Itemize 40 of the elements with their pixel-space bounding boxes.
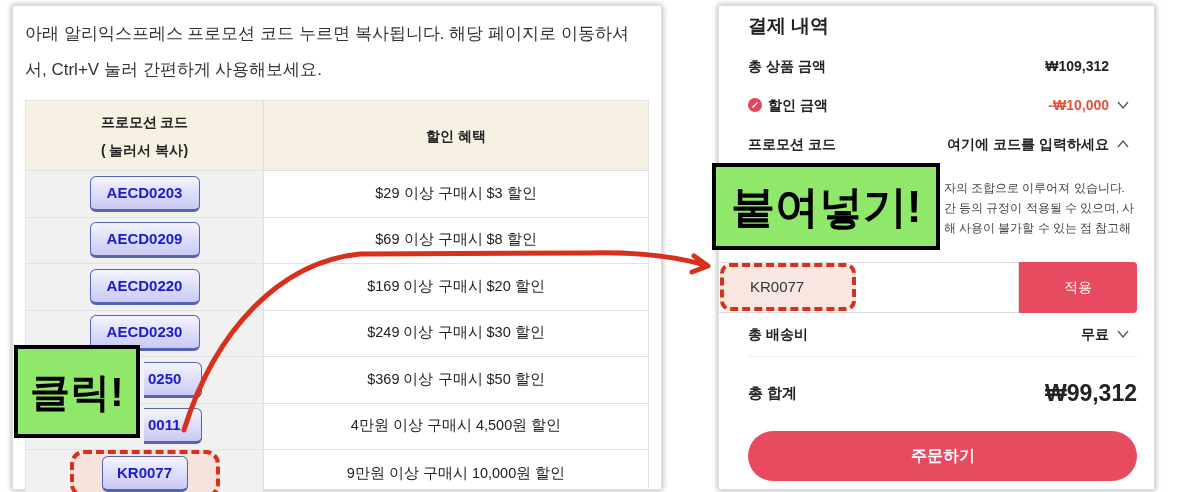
chevron-down-icon[interactable] [1117, 330, 1129, 338]
annotation-label: 붙여넣기! [712, 163, 940, 250]
benefit-text: 9만원 이상 구매시 10,000원 할인 [346, 465, 566, 482]
row-label: 할인 금액 [768, 95, 828, 115]
promo-code-button[interactable]: AECD0230 [89, 315, 200, 352]
benefit-text: $29 이상 구매시 $3 할인 [375, 184, 537, 201]
row-label: 총 배송비 [748, 324, 808, 344]
column-header: 할인 혜택 [425, 126, 487, 146]
chevron-up-icon[interactable] [1117, 140, 1129, 148]
amount-value: ₩109,312 [1045, 56, 1109, 76]
total-value: ₩99,312 [1044, 379, 1137, 409]
promo-code-toggle[interactable]: 여기에 코드를 입력하세요 [947, 133, 1109, 155]
benefit-text: $249 이상 구매시 $30 할인 [367, 324, 545, 341]
chevron-down-icon[interactable] [1117, 101, 1129, 109]
amount-value: -₩10,000 [1048, 95, 1109, 115]
annotation-label: 클릭! [14, 345, 140, 438]
notice-text: 자의 조합으로 이루어져 있습니다. [944, 180, 1126, 196]
benefit-text: $69 이상 구매시 $8 할인 [375, 231, 537, 248]
notice-text: 간 등의 규정이 적용될 수 있으며, 사 [944, 200, 1136, 216]
section-title: 결제 내역 [748, 14, 831, 38]
code-input-field[interactable]: KR0077 [720, 263, 856, 311]
benefit-text: $169 이상 구매시 $20 할인 [367, 277, 545, 294]
promo-code-button[interactable]: 0250 [144, 361, 202, 398]
column-header: 프로모션 코드 ( 눌러서 복사) [99, 112, 190, 160]
promo-code-button[interactable]: 0011 [144, 408, 202, 445]
notice-text: 해 사용이 불가할 수 있는 점 참고해 [944, 220, 1133, 236]
promo-code-button[interactable]: AECD0220 [89, 268, 200, 305]
promo-code-button[interactable]: AECD0203 [89, 175, 200, 212]
benefit-text: 4만원 이상 구매시 4,500원 할인 [350, 417, 562, 434]
row-label: 프로모션 코드 [748, 134, 836, 154]
promo-code-button[interactable]: KR0077 [101, 456, 188, 492]
order-button[interactable]: 주문하기 [748, 430, 1137, 481]
discount-icon [748, 98, 762, 112]
intro-paragraph: 아래 알리익스프레스 프로모션 코드 누르면 복사됩니다. 해당 페이지로 이동하셔서, Ctrl+V 눌러 간편하게 사용해보세요. [25, 23, 630, 81]
benefit-text: $369 이상 구매시 $50 할인 [367, 370, 545, 387]
apply-button[interactable]: 적용 [1019, 261, 1137, 313]
amount-value: 무료 [1081, 324, 1109, 344]
row-label: 총 상품 금액 [748, 56, 826, 76]
row-label: 총 합계 [748, 383, 798, 404]
promo-code-button[interactable]: AECD0209 [89, 222, 200, 259]
